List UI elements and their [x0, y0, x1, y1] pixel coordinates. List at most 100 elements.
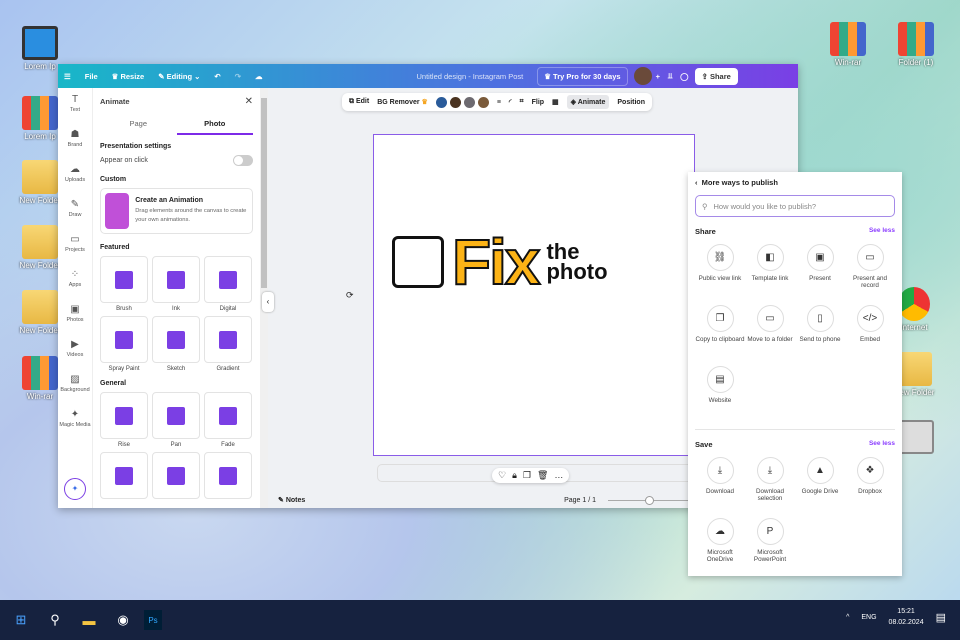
rail-item-text[interactable]: T Text	[58, 88, 92, 123]
create-animation-card[interactable]: Create an Animation Drag elements around …	[100, 188, 253, 234]
share-button[interactable]: ⇪ Share	[694, 67, 738, 85]
animation-option[interactable]: Rise	[100, 392, 148, 448]
animation-option[interactable]	[204, 452, 252, 502]
try-pro-button[interactable]: ♛ Try Pro for 30 days	[537, 66, 628, 86]
delete-icon[interactable]: 🗑︎	[537, 470, 548, 481]
publish-search-input[interactable]: ⚲ How would you like to publish?	[695, 195, 895, 217]
editing-dropdown[interactable]: ✎ Editing ⌄	[158, 72, 200, 81]
clock[interactable]: 15:21 08.02.2024	[889, 606, 924, 628]
edit-button[interactable]: ⧉ Edit	[349, 98, 369, 106]
search-taskbar-icon[interactable]: ⚲	[42, 610, 68, 630]
animation-option[interactable]	[100, 452, 148, 502]
animation-preview	[100, 256, 148, 303]
rail-item-draw[interactable]: ✎ Draw	[58, 193, 92, 228]
desktop-icon[interactable]: Folder (1)	[886, 22, 946, 67]
publish-option-microsoft-onedrive[interactable]: ☁ Microsoft OneDrive	[695, 518, 745, 575]
magic-button[interactable]: ✦	[64, 478, 86, 500]
design-page[interactable]: Fix the photo	[373, 134, 695, 456]
undo-icon[interactable]: ↶	[214, 72, 220, 81]
publish-option-download[interactable]: ⤓ Download	[695, 457, 745, 514]
resize-button[interactable]: ♛ Resize	[112, 72, 145, 81]
cloud-save-icon[interactable]: ☁	[255, 72, 263, 81]
publish-option-google-drive[interactable]: ▲ Google Drive	[795, 457, 845, 514]
collapse-panel-button[interactable]: ‹	[262, 292, 274, 312]
insights-icon[interactable]: ⫫	[668, 71, 672, 81]
animation-option[interactable]: Fade	[204, 392, 252, 448]
position-button[interactable]: Position	[617, 99, 645, 106]
appear-on-click-toggle[interactable]	[233, 155, 253, 166]
animation-option[interactable]: Brush	[100, 256, 148, 312]
menu-icon[interactable]: ☰	[64, 72, 71, 81]
start-icon[interactable]: ⊞	[8, 610, 34, 630]
transparency-icon[interactable]: ▦	[552, 98, 559, 106]
rail-item-uploads[interactable]: ☁ Uploads	[58, 158, 92, 193]
lock-icon[interactable]: 🔒︎	[512, 470, 517, 481]
close-icon[interactable]: ✕	[245, 96, 253, 107]
animation-option[interactable]: Digital	[204, 256, 252, 312]
notifications-icon[interactable]: ▤	[936, 611, 946, 624]
photoshop-icon[interactable]: Ps	[144, 610, 162, 630]
publish-option-present[interactable]: ▣ Present	[795, 244, 845, 301]
publish-option-present-and-record[interactable]: ▭ Present and record	[845, 244, 895, 301]
rotate-handle-icon[interactable]: ⟳	[346, 290, 354, 301]
tab-photo[interactable]: Photo	[176, 119, 253, 135]
animate-button[interactable]: ◈ Animate	[566, 95, 610, 109]
publish-option-template-link[interactable]: ◧ Template link	[745, 244, 795, 301]
share-see-less-link[interactable]: See less	[869, 227, 895, 236]
color-swatch[interactable]	[463, 96, 475, 108]
crop-icon[interactable]: ⌗	[520, 98, 524, 106]
notes-button[interactable]: ✎ Notes	[278, 496, 305, 504]
chrome-icon[interactable]: ◉	[110, 610, 136, 630]
corner-radius-icon[interactable]: ◜	[509, 98, 512, 106]
more-icon[interactable]: …	[554, 470, 563, 481]
publish-option-public-view-link[interactable]: ⛓ Public view link	[695, 244, 745, 301]
animation-preview-icon	[167, 406, 185, 425]
animation-option[interactable]: Pan	[152, 392, 200, 448]
tab-page[interactable]: Page	[100, 119, 177, 135]
save-see-less-link[interactable]: See less	[869, 440, 895, 449]
animation-option[interactable]: Spray Paint	[100, 316, 148, 372]
zoom-slider-handle[interactable]	[644, 495, 654, 505]
publish-option-microsoft-powerpoint[interactable]: P Microsoft PowerPoint	[745, 518, 795, 575]
rail-item-background[interactable]: ▨ Background	[58, 368, 92, 403]
language-indicator[interactable]: ENG	[861, 614, 876, 621]
design-title[interactable]: Untitled design - Instagram Post	[417, 72, 524, 81]
rail-item-apps[interactable]: ⁘ Apps	[58, 263, 92, 298]
avatar[interactable]	[633, 67, 652, 85]
publish-option-download-selection[interactable]: ⤓ Download selection	[745, 457, 795, 514]
comment-add-icon[interactable]: ♡	[498, 470, 506, 481]
rail-item-projects[interactable]: ▭ Projects	[58, 228, 92, 263]
publish-option-move-to-a-folder[interactable]: ▭ Move to a folder	[745, 305, 795, 362]
animation-option[interactable]	[152, 452, 200, 502]
file-explorer-icon[interactable]: ▬	[76, 610, 102, 630]
add-collaborator-icon[interactable]: +	[656, 72, 660, 81]
publish-option-dropbox[interactable]: ❖ Dropbox	[845, 457, 895, 514]
line-weight-icon[interactable]: ≡	[497, 99, 501, 106]
desktop-icon[interactable]: Win-rar	[818, 22, 878, 67]
tray-expand-icon[interactable]: ^	[846, 614, 849, 621]
comment-icon[interactable]: ◯	[680, 72, 688, 81]
file-menu[interactable]: File	[85, 72, 98, 81]
bg-remover-button[interactable]: BG Remover ♛	[377, 98, 428, 106]
duplicate-icon[interactable]: ❐	[523, 470, 531, 481]
color-swatch[interactable]	[449, 96, 461, 108]
back-icon[interactable]: ‹	[695, 178, 698, 187]
publish-option-website[interactable]: ▤ Website	[695, 366, 745, 423]
publish-option-send-to-phone[interactable]: ▯ Send to phone	[795, 305, 845, 362]
redo-icon[interactable]: ↷	[235, 72, 241, 81]
animation-option[interactable]: Sketch	[152, 316, 200, 372]
animation-option[interactable]: Gradient	[204, 316, 252, 372]
publish-option-embed[interactable]: </> Embed	[845, 305, 895, 362]
animation-option[interactable]: Ink	[152, 256, 200, 312]
color-swatch[interactable]	[435, 96, 447, 108]
rail-item-brand[interactable]: ☗ Brand	[58, 123, 92, 158]
rail-item-photos[interactable]: ▣ Photos	[58, 298, 92, 333]
rail-item-magic-media[interactable]: ✦ Magic Media	[58, 403, 92, 438]
fix-the-photo-logo[interactable]: Fix the photo	[392, 225, 608, 299]
rail-item-videos[interactable]: ▶ Videos	[58, 333, 92, 368]
zoom-slider[interactable]	[608, 495, 698, 505]
publish-option-copy-to-clipboard[interactable]: ❐ Copy to clipboard	[695, 305, 745, 362]
page-indicator: Page 1 / 1	[564, 496, 596, 504]
flip-button[interactable]: Flip	[532, 99, 544, 106]
color-swatch[interactable]	[477, 96, 489, 108]
